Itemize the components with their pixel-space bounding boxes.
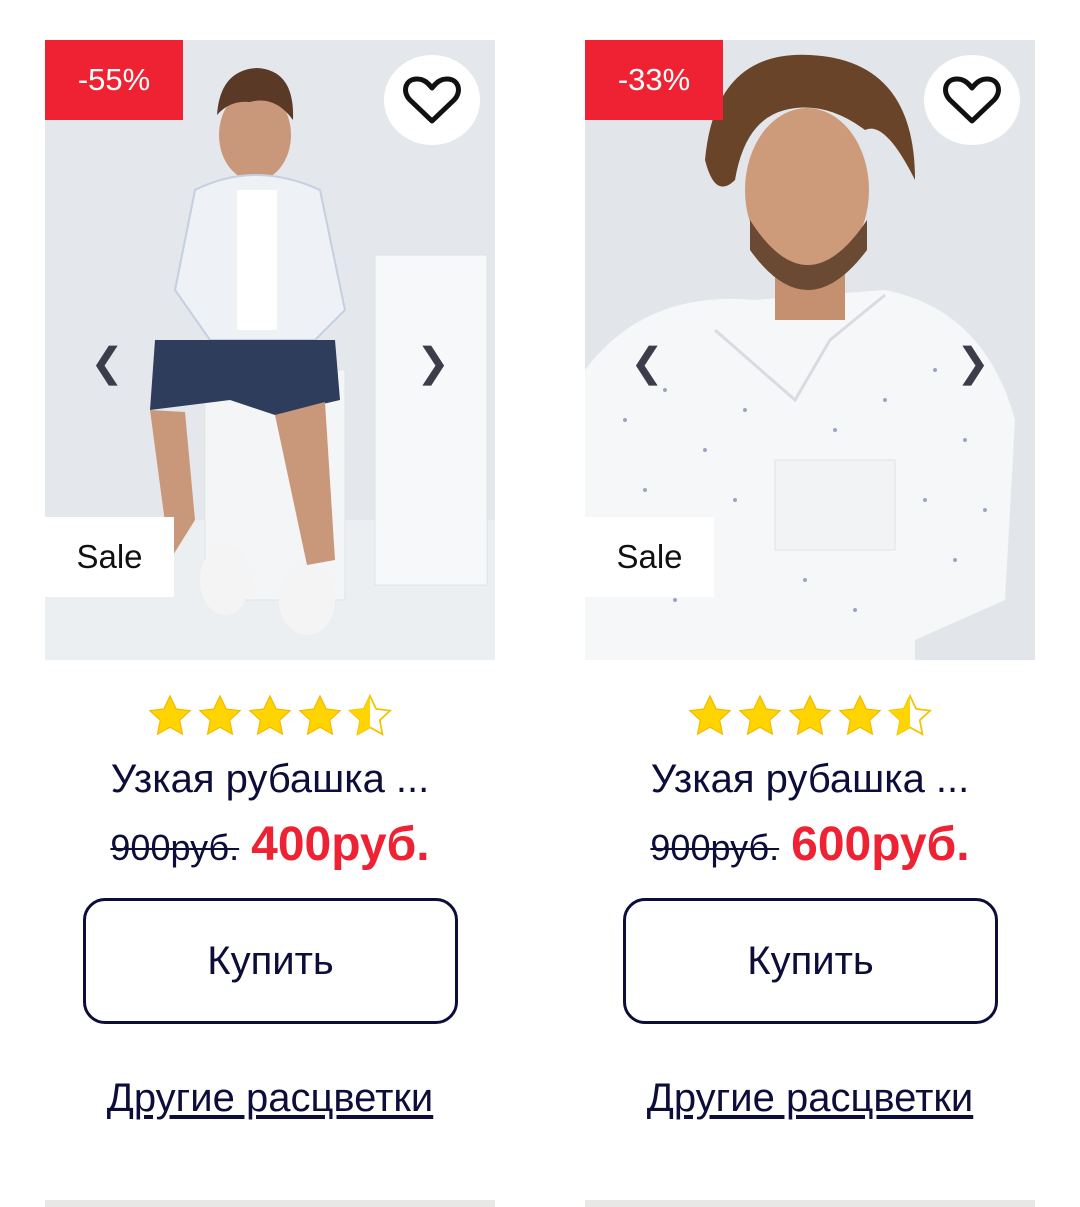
- discount-badge: -55%: [45, 40, 183, 120]
- discount-badge: -33%: [585, 40, 723, 120]
- product-card[interactable]: -55% ❮ ❯ Sale Узкая рубашка ... 900руб. 4…: [45, 40, 495, 1121]
- product-card[interactable]: -33% ❮ ❯ Sale Узкая рубашка ... 900руб. 6…: [585, 40, 1035, 1121]
- star-icon: [688, 694, 732, 736]
- product-name[interactable]: Узкая рубашка ...: [585, 755, 1035, 803]
- prev-image-arrow[interactable]: ❮: [87, 340, 127, 386]
- star-rating: [45, 693, 495, 739]
- product-photo[interactable]: -55% ❮ ❯ Sale: [45, 40, 495, 660]
- buy-button[interactable]: Купить: [83, 898, 458, 1024]
- old-price: 900руб.: [650, 827, 780, 868]
- sale-badge: Sale: [585, 517, 714, 597]
- other-colors-link[interactable]: Другие расцветки: [45, 1076, 495, 1121]
- star-rating: [585, 693, 1035, 739]
- half-star-icon: [347, 693, 393, 736]
- heart-outline-icon: [403, 76, 461, 124]
- price-block: 900руб. 400руб.: [45, 817, 495, 872]
- next-product-card-edge: [585, 1200, 1035, 1207]
- star-icon: [298, 694, 342, 736]
- prev-image-arrow[interactable]: ❮: [627, 340, 667, 386]
- heart-outline-icon: [943, 76, 1001, 124]
- sale-price: 400руб.: [251, 818, 430, 871]
- star-icon: [148, 694, 192, 736]
- next-product-card-edge: [45, 1200, 495, 1207]
- star-icon: [248, 694, 292, 736]
- half-star-icon: [887, 693, 933, 736]
- next-image-arrow[interactable]: ❯: [953, 340, 993, 386]
- favorite-button[interactable]: [924, 55, 1020, 145]
- favorite-button[interactable]: [384, 55, 480, 145]
- other-colors-link[interactable]: Другие расцветки: [585, 1076, 1035, 1121]
- star-icon: [788, 694, 832, 736]
- price-block: 900руб. 600руб.: [585, 817, 1035, 872]
- old-price: 900руб.: [110, 827, 240, 868]
- sale-badge: Sale: [45, 517, 174, 597]
- product-photo[interactable]: -33% ❮ ❯ Sale: [585, 40, 1035, 660]
- sale-price: 600руб.: [791, 818, 970, 871]
- next-image-arrow[interactable]: ❯: [413, 340, 453, 386]
- product-name[interactable]: Узкая рубашка ...: [45, 755, 495, 803]
- star-icon: [738, 694, 782, 736]
- star-icon: [838, 694, 882, 736]
- star-icon: [198, 694, 242, 736]
- buy-button[interactable]: Купить: [623, 898, 998, 1024]
